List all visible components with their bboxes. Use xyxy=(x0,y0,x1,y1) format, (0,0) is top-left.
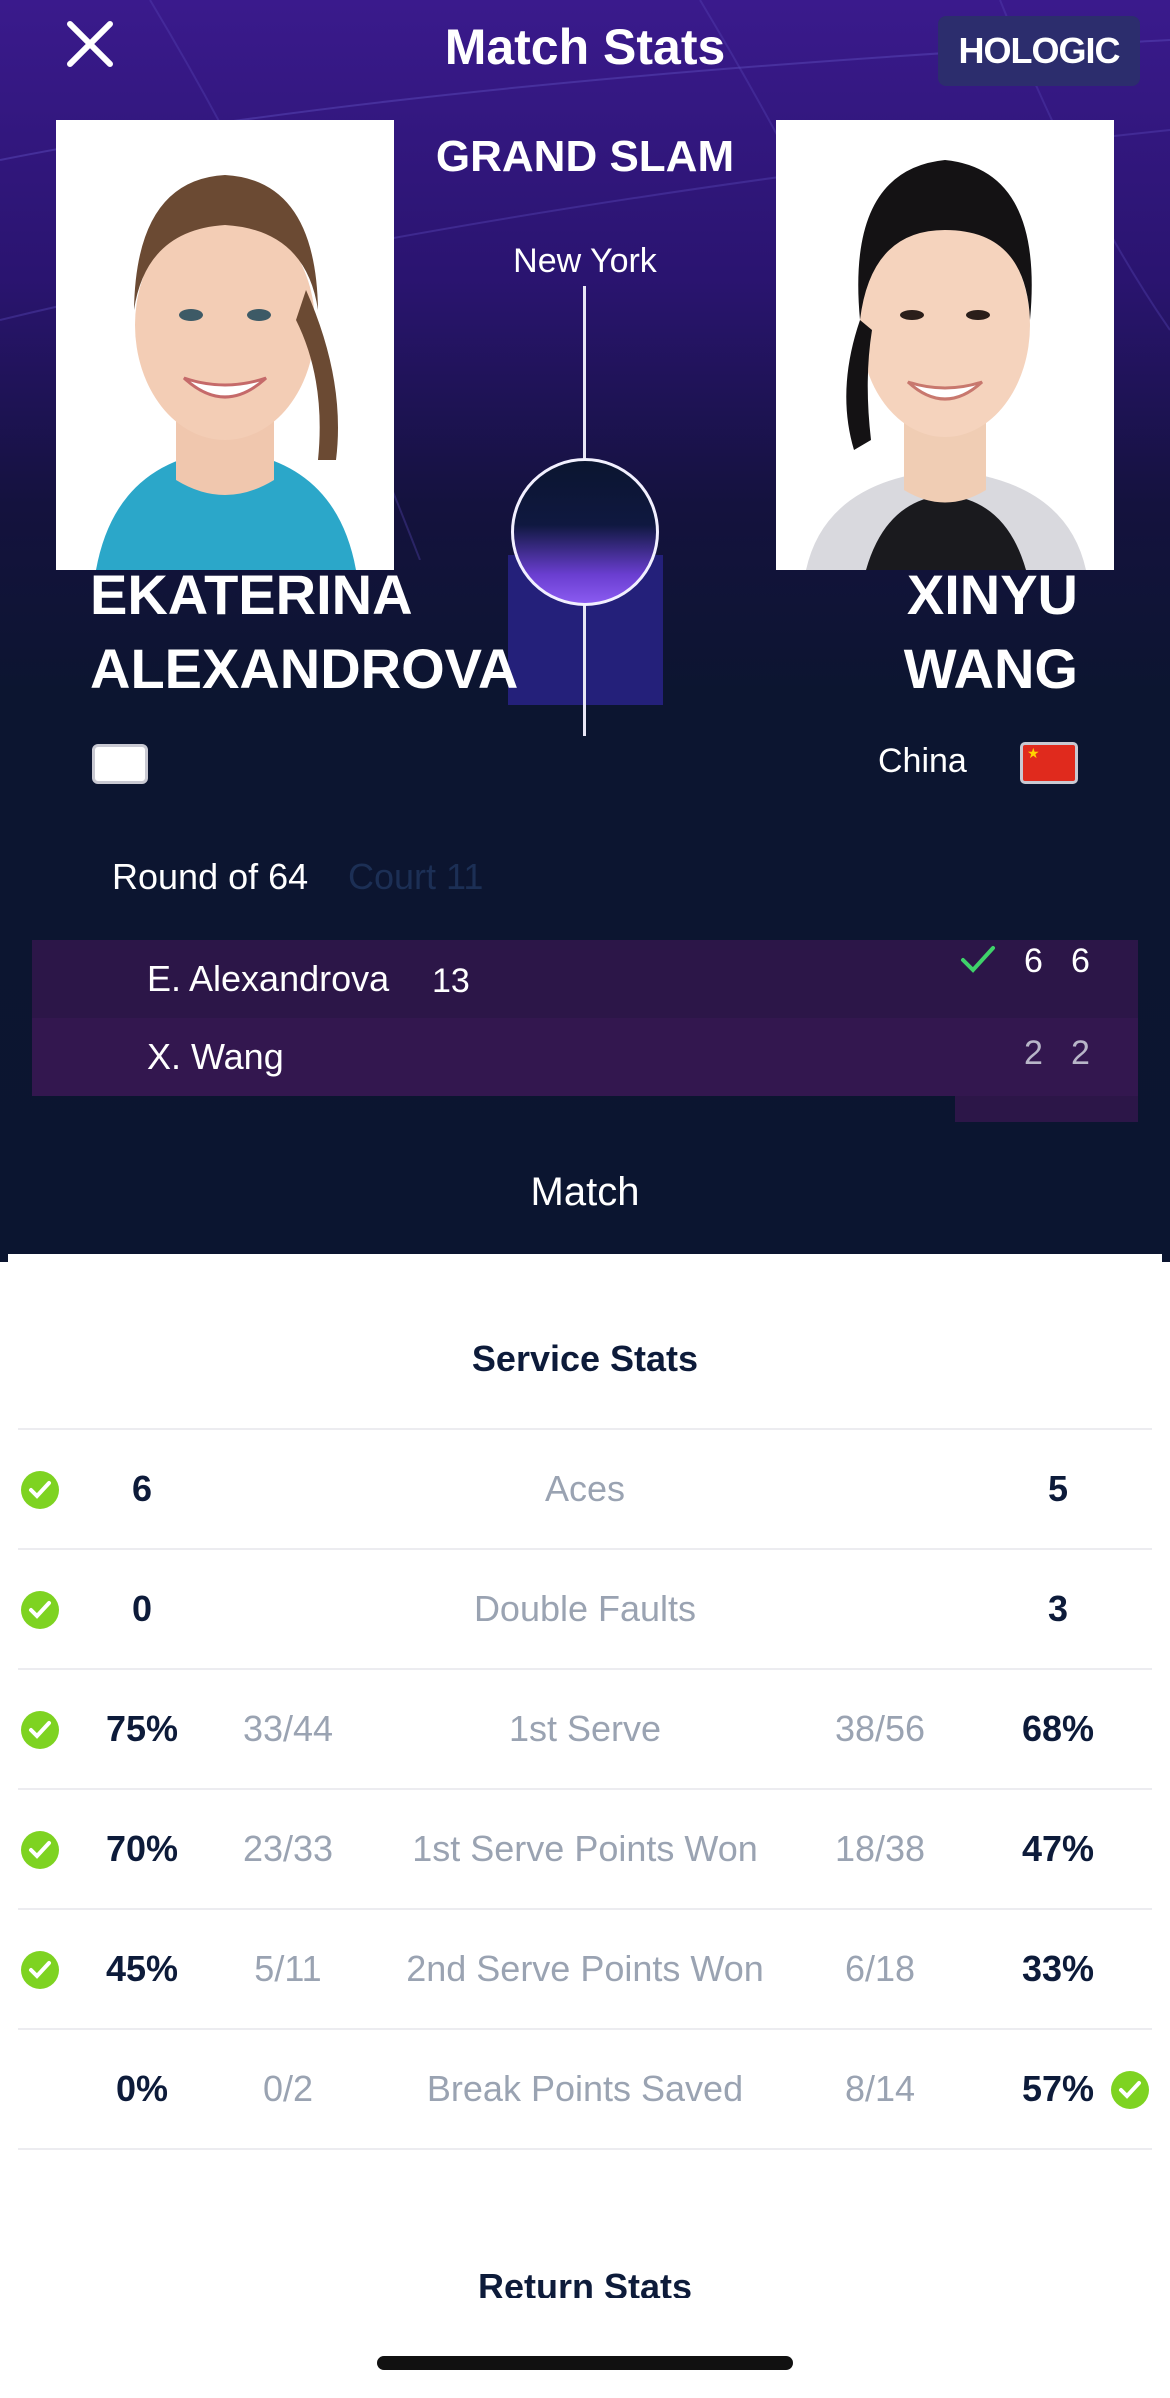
stat-right-value: 57% xyxy=(1021,2068,1095,2109)
section-title: Return Stats xyxy=(477,2266,693,2298)
stat-label: 1st Serve xyxy=(508,1708,662,1749)
match-court: Court 11 xyxy=(348,856,484,897)
stat-left-fraction: 5/11 xyxy=(254,1948,322,1989)
stat-left-value: 6 xyxy=(131,1468,153,1509)
stat-right-value: 47% xyxy=(1021,1828,1095,1869)
player-first-name-left: EKATERINA xyxy=(90,563,413,626)
stat-label: Double Faults xyxy=(473,1588,697,1629)
player-country-right: China xyxy=(878,742,967,780)
player-name-left: EKATERINA ALEXANDROVA xyxy=(90,558,518,706)
stat-row-aces: 6 Aces 5 xyxy=(0,1428,1170,1548)
score-player-name: E. Alexandrova xyxy=(147,958,390,999)
stat-label: Break Points Saved xyxy=(426,2068,744,2109)
stat-right-value: 3 xyxy=(1047,1588,1069,1629)
set-score: 6 xyxy=(1024,942,1043,980)
stat-left-value: 75% xyxy=(105,1708,179,1749)
score-player-name: X. Wang xyxy=(147,1036,284,1077)
section-title: Service Stats xyxy=(471,1338,699,1379)
stat-right-value: 33% xyxy=(1021,1948,1095,1989)
stat-left-value: 0% xyxy=(115,2068,169,2109)
center-orb xyxy=(511,458,659,606)
check-circle-icon xyxy=(21,1831,59,1869)
stat-right-fraction: 8/14 xyxy=(844,2068,916,2109)
home-indicator[interactable] xyxy=(377,2356,793,2370)
stat-left-fraction: 0/2 xyxy=(262,2068,314,2109)
player-first-name-right: XINYU xyxy=(906,563,1078,626)
match-round: Round of 64 xyxy=(112,856,309,897)
player-last-name-left: ALEXANDROVA xyxy=(90,637,519,700)
match-header: Match Stats HOLOGIC GRAND SLAM New York … xyxy=(0,0,1170,1262)
divider xyxy=(18,2148,1152,2150)
checkmark-icon xyxy=(961,946,995,973)
stat-left-fraction: 23/33 xyxy=(242,1828,334,1869)
check-circle-icon xyxy=(21,1951,59,1989)
flag-star-icon: ★ xyxy=(1027,745,1040,761)
player-last-name-right: WANG xyxy=(903,637,1078,700)
stat-right-fraction: 38/56 xyxy=(834,1708,926,1749)
stats-panel[interactable]: Service Stats 6 Aces 5 0 Double Faults 3… xyxy=(0,1266,1170,2398)
stat-right-value: 68% xyxy=(1021,1708,1095,1749)
score-row-right-player: X. Wang xyxy=(32,1018,1138,1096)
stat-left-value: 70% xyxy=(105,1828,179,1869)
check-circle-icon xyxy=(1111,2071,1149,2109)
stat-left-fraction: 33/44 xyxy=(242,1708,334,1749)
flag-icon xyxy=(92,744,148,784)
sponsor-logo: HOLOGIC xyxy=(938,16,1140,86)
stat-label: 1st Serve Points Won xyxy=(412,1828,758,1869)
set-score: 2 xyxy=(1071,1034,1090,1072)
tab-active-indicator xyxy=(8,1254,1162,1262)
stat-left-value: 45% xyxy=(105,1948,179,1989)
stat-label: Aces xyxy=(544,1468,626,1509)
stat-right-value: 5 xyxy=(1047,1468,1069,1509)
player-photo-left xyxy=(56,120,394,570)
set-score: 6 xyxy=(1071,942,1090,980)
stat-left-value: 0 xyxy=(131,1588,153,1629)
player-photo-right xyxy=(776,120,1114,570)
tab-match[interactable]: Match xyxy=(0,1170,1170,1215)
set-score: 2 xyxy=(1024,1034,1043,1072)
stat-row-break-points-saved: 0% 0/2 Break Points Saved 8/14 57% xyxy=(0,2028,1170,2148)
check-circle-icon xyxy=(21,1591,59,1629)
check-circle-icon xyxy=(21,1711,59,1749)
event-city: New York xyxy=(513,242,657,280)
stat-row-first-serve-points-won: 70% 23/33 1st Serve Points Won 18/38 47% xyxy=(0,1788,1170,1908)
check-circle-icon xyxy=(21,1471,59,1509)
china-flag-icon: ★ xyxy=(1020,742,1078,784)
stat-right-fraction: 18/38 xyxy=(834,1828,926,1869)
stat-right-fraction: 6/18 xyxy=(844,1948,916,1989)
player-seed: 13 xyxy=(432,962,470,1000)
player-name-right: XINYU WANG xyxy=(904,558,1078,706)
stat-row-second-serve-points-won: 45% 5/11 2nd Serve Points Won 6/18 33% xyxy=(0,1908,1170,2028)
stat-row-first-serve: 75% 33/44 1st Serve 38/56 68% xyxy=(0,1668,1170,1788)
stat-label: 2nd Serve Points Won xyxy=(406,1948,764,1989)
event-name: GRAND SLAM xyxy=(435,132,735,181)
stat-row-double-faults: 0 Double Faults 3 xyxy=(0,1548,1170,1668)
